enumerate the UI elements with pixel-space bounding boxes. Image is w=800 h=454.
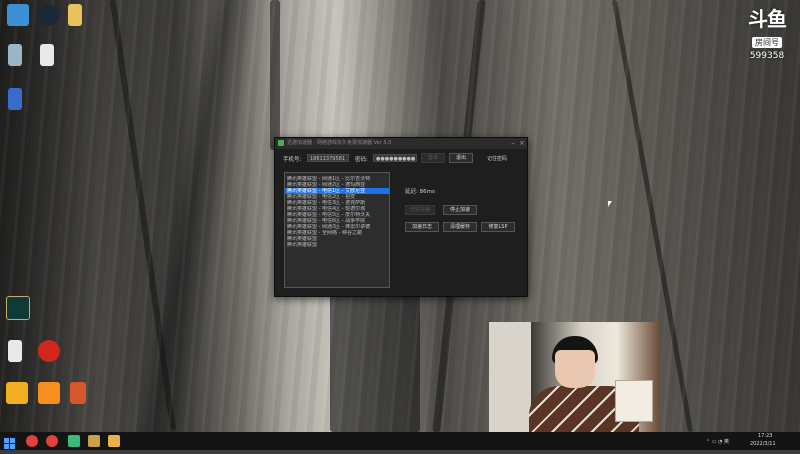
password-input[interactable]: ●●●●●●●●●	[373, 154, 417, 162]
watermark-room-number: 599358	[749, 51, 785, 61]
music-icon[interactable]	[38, 340, 60, 362]
title-bar[interactable]: 迅游加速器 - 网络游戏永久免费加速器 Ver 5.0 – ×	[275, 138, 527, 149]
webcam-overlay	[489, 322, 659, 432]
remember-password-link[interactable]: 记住密码	[487, 155, 507, 162]
logout-button[interactable]: 退出	[449, 153, 473, 163]
window-title: 迅游加速器 - 网络游戏永久免费加速器 Ver 5.0	[287, 140, 392, 146]
game-server-list[interactable]: 腾讯英雄联盟 - 网通1区 - 比尔吉沃特 腾讯英雄联盟 - 网通2区 - 德玛…	[284, 172, 390, 288]
windows-start-icon[interactable]	[4, 435, 16, 449]
watermark-logo: 斗鱼	[748, 7, 787, 31]
start-accelerate-button[interactable]: 开始加速	[405, 205, 435, 215]
folder-icon[interactable]	[68, 4, 82, 26]
webcam-background	[489, 322, 531, 432]
clear-cache-button[interactable]: 清理缓存	[443, 222, 477, 232]
webcam-sign	[615, 380, 653, 422]
tool-icon[interactable]	[38, 382, 60, 404]
recycle-bin-icon[interactable]	[8, 44, 22, 66]
file-icon[interactable]	[8, 340, 22, 362]
steam-icon[interactable]	[38, 4, 60, 26]
file-icon[interactable]	[40, 44, 54, 66]
phone-input[interactable]: 18611379581	[307, 154, 349, 162]
chrome-icon[interactable]	[26, 435, 38, 447]
streamer-face	[555, 350, 595, 388]
accelerate-log-button[interactable]: 加速日志	[405, 222, 439, 232]
latency-label: 延迟: 86ms	[405, 189, 435, 195]
owl-icon[interactable]	[6, 382, 28, 404]
app-icon[interactable]	[108, 435, 120, 447]
mouse-cursor-icon	[608, 201, 612, 207]
taskbar: ⌃ ▭ ◔ 英 17:23 2022/3/11	[0, 432, 800, 450]
phone-label: 手机号:	[283, 157, 302, 163]
repair-lsp-button[interactable]: 修复LSP	[481, 222, 515, 232]
app-logo-icon	[278, 140, 284, 146]
app-icon[interactable]	[68, 435, 80, 447]
login-button[interactable]: 登录	[421, 153, 445, 163]
tray-icons[interactable]: ⌃ ▭ ◔ 英	[706, 438, 729, 445]
computer-icon[interactable]	[7, 4, 29, 26]
app-icon[interactable]	[88, 435, 100, 447]
app-icon[interactable]	[8, 88, 22, 110]
minimize-icon[interactable]: –	[509, 139, 517, 147]
watermark-tag: 房间号	[752, 37, 782, 48]
list-item[interactable]: 腾讯英雄联盟	[285, 242, 389, 248]
password-label: 密码:	[355, 157, 368, 163]
league-of-legends-icon[interactable]	[6, 296, 30, 320]
stream-watermark: 斗鱼 房间号 599358	[744, 8, 790, 61]
chrome-icon[interactable]	[46, 435, 58, 447]
clock-time[interactable]: 17:23	[758, 433, 772, 439]
game-icon[interactable]	[70, 382, 86, 404]
close-icon[interactable]: ×	[518, 139, 526, 147]
stop-accelerate-button[interactable]: 停止加速	[443, 205, 477, 215]
clock-date[interactable]: 2022/3/11	[750, 441, 776, 447]
